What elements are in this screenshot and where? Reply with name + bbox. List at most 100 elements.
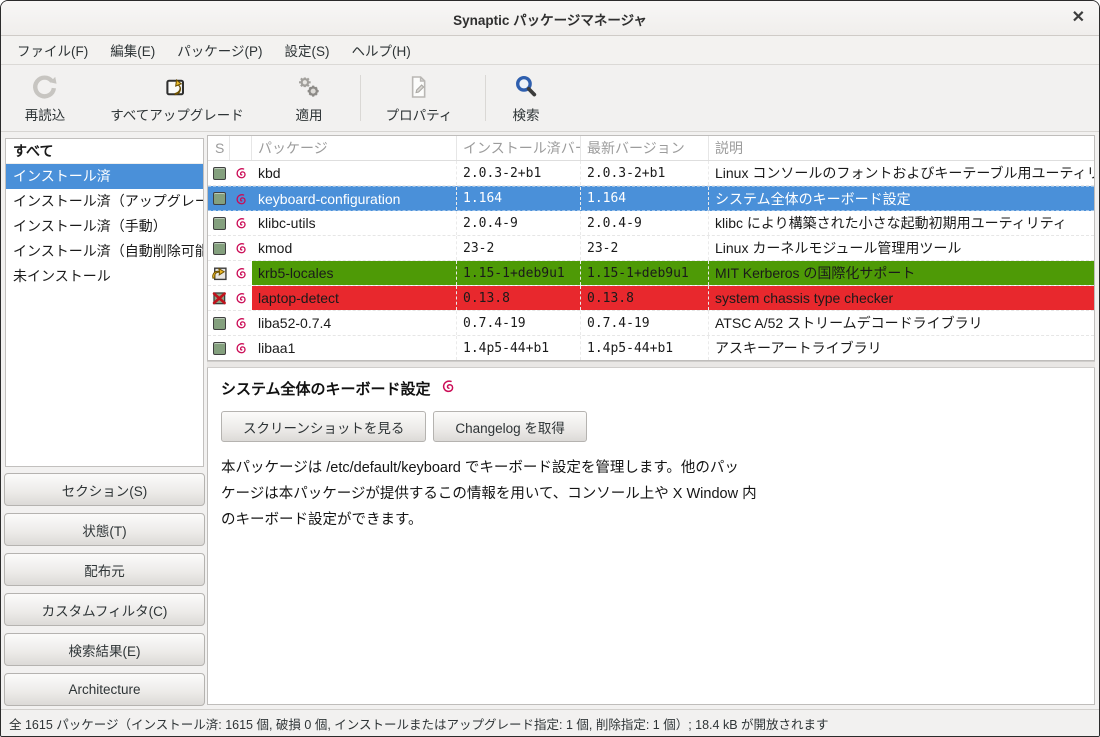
properties-icon xyxy=(406,72,432,102)
latest-version: 1.4p5-44+b1 xyxy=(581,336,709,360)
package-description: ATSC A/52 ストリームデコードライブラリ xyxy=(709,311,1094,335)
column-header-supported[interactable] xyxy=(230,136,252,160)
menu-edit[interactable]: 編集(E) xyxy=(99,35,166,65)
package-name: libaa1 xyxy=(252,336,457,360)
installed-version: 1.164 xyxy=(457,187,581,210)
package-row-marked-upgrade[interactable]: krb5-locales 1.15-1+deb9u1 1.15-1+deb9u1… xyxy=(208,261,1094,286)
close-icon[interactable]: ✕ xyxy=(1072,8,1085,28)
menu-settings[interactable]: 設定(S) xyxy=(273,35,340,65)
package-description: Linux コンソールのフォントおよびキーテーブル用ユーティリティ xyxy=(709,161,1094,185)
latest-version: 2.0.3-2+b1 xyxy=(581,161,709,185)
custom-filters-button[interactable]: カスタムフィルタ(C) xyxy=(4,593,205,626)
debian-icon xyxy=(230,187,252,210)
menu-help[interactable]: ヘルプ(H) xyxy=(340,35,421,65)
upgrade-marked-icon[interactable] xyxy=(208,261,230,285)
column-header-latest-version[interactable]: 最新バージョン xyxy=(581,136,709,160)
search-icon xyxy=(513,72,540,102)
toolbar-separator xyxy=(360,75,361,121)
package-description: MIT Kerberos の国際化サポート xyxy=(709,261,1094,285)
package-description: アスキーアートライブラリ xyxy=(709,336,1094,360)
pane-splitter[interactable] xyxy=(207,361,1095,368)
installed-version: 0.7.4-19 xyxy=(457,311,581,335)
column-header-status[interactable]: S xyxy=(208,136,230,160)
synaptic-window: Synaptic パッケージマネージャ ✕ ファイル(F) 編集(E) パッケー… xyxy=(0,0,1100,737)
package-row[interactable]: klibc-utils 2.0.4-9 2.0.4-9 klibc により構築さ… xyxy=(208,211,1094,236)
latest-version: 2.0.4-9 xyxy=(581,211,709,235)
debian-icon xyxy=(230,261,252,285)
details-pane: システム全体のキーボード設定 スクリーンショットを見る Changelog を取… xyxy=(207,368,1095,705)
debian-icon xyxy=(230,336,252,360)
get-changelog-button[interactable]: Changelog を取得 xyxy=(433,411,587,442)
filter-item-installed[interactable]: インストール済 xyxy=(6,164,203,189)
installed-version: 1.4p5-44+b1 xyxy=(457,336,581,360)
package-table: S パッケージ インストール済バージョン 最新バージョン 説明 kbd 2.0.… xyxy=(207,135,1095,361)
debian-icon xyxy=(230,236,252,260)
sections-button[interactable]: セクション(S) xyxy=(4,473,205,506)
statusbar: 全 1615 パッケージ（インストール済: 1615 個, 破損 0 個, イン… xyxy=(1,709,1099,736)
installed-status-icon[interactable] xyxy=(213,342,226,355)
installed-status-icon[interactable] xyxy=(213,167,226,180)
status-summary: 全 1615 パッケージ（インストール済: 1615 個, 破損 0 個, イン… xyxy=(9,714,829,733)
remove-marked-icon[interactable] xyxy=(208,286,230,310)
package-row[interactable]: kmod 23-2 23-2 Linux カーネルモジュール管理用ツール xyxy=(208,236,1094,261)
package-description: klibc により構築された小さな起動初期用ユーティリティ xyxy=(709,211,1094,235)
package-row[interactable]: kbd 2.0.3-2+b1 2.0.3-2+b1 Linux コンソールのフォ… xyxy=(208,161,1094,186)
filter-item-not-installed[interactable]: 未インストール xyxy=(6,264,203,289)
installed-status-icon[interactable] xyxy=(213,192,226,205)
installed-version: 23-2 xyxy=(457,236,581,260)
latest-version: 0.7.4-19 xyxy=(581,311,709,335)
package-name: keyboard-configuration xyxy=(252,187,457,210)
filter-item-installed-autoremovable[interactable]: インストール済（自動削除可能） xyxy=(6,239,203,264)
installed-status-icon[interactable] xyxy=(213,217,226,230)
package-description: system chassis type checker xyxy=(709,286,1094,310)
column-header-package[interactable]: パッケージ xyxy=(252,136,457,160)
upgrade-all-button[interactable]: すべてアップグレード xyxy=(110,72,244,124)
reload-icon xyxy=(32,72,59,102)
view-screenshot-button[interactable]: スクリーンショットを見る xyxy=(221,411,426,442)
window-title: Synaptic パッケージマネージャ xyxy=(1,9,1099,29)
menu-package[interactable]: パッケージ(P) xyxy=(166,35,273,65)
properties-button[interactable]: プロパティ xyxy=(386,72,453,124)
latest-version: 0.13.8 xyxy=(581,286,709,310)
upgrade-all-icon xyxy=(163,72,190,102)
search-button[interactable]: 検索 xyxy=(513,72,540,124)
titlebar[interactable]: Synaptic パッケージマネージャ ✕ xyxy=(1,1,1099,36)
installed-status-icon[interactable] xyxy=(213,242,226,255)
right-pane: S パッケージ インストール済バージョン 最新バージョン 説明 kbd 2.0.… xyxy=(207,135,1095,705)
package-description: システム全体のキーボード設定 xyxy=(709,187,1094,210)
debian-icon xyxy=(230,211,252,235)
package-row[interactable]: liba52-0.7.4 0.7.4-19 0.7.4-19 ATSC A/52… xyxy=(208,311,1094,336)
installed-version: 2.0.3-2+b1 xyxy=(457,161,581,185)
filter-item-installed-upgradable[interactable]: インストール済（アップグレード可） xyxy=(6,189,203,214)
details-title: システム全体のキーボード設定 xyxy=(221,378,431,399)
table-header: S パッケージ インストール済バージョン 最新バージョン 説明 xyxy=(208,136,1094,161)
package-row-selected[interactable]: keyboard-configuration 1.164 1.164 システム全… xyxy=(208,186,1094,211)
menubar: ファイル(F) 編集(E) パッケージ(P) 設定(S) ヘルプ(H) xyxy=(1,36,1099,65)
package-name: laptop-detect xyxy=(252,286,457,310)
package-row-marked-removal[interactable]: laptop-detect 0.13.8 0.13.8 system chass… xyxy=(208,286,1094,311)
column-header-description[interactable]: 説明 xyxy=(709,136,1094,160)
filter-buttons: セクション(S) 状態(T) 配布元 カスタムフィルタ(C) 検索結果(E) A… xyxy=(4,473,205,713)
main-area: すべて インストール済 インストール済（アップグレード可） インストール済（手動… xyxy=(1,132,1099,709)
package-row[interactable]: libaa1 1.4p5-44+b1 1.4p5-44+b1 アスキーアートライ… xyxy=(208,336,1094,361)
filter-item-installed-manual[interactable]: インストール済（手動） xyxy=(6,214,203,239)
installed-version: 0.13.8 xyxy=(457,286,581,310)
reload-button[interactable]: 再読込 xyxy=(25,72,66,124)
package-description: Linux カーネルモジュール管理用ツール xyxy=(709,236,1094,260)
package-name: kmod xyxy=(252,236,457,260)
status-button[interactable]: 状態(T) xyxy=(4,513,205,546)
package-name: kbd xyxy=(252,161,457,185)
architecture-button[interactable]: Architecture xyxy=(4,673,205,706)
origin-button[interactable]: 配布元 xyxy=(4,553,205,586)
debian-icon xyxy=(230,286,252,310)
column-header-installed-version[interactable]: インストール済バージョン xyxy=(457,136,581,160)
filter-item-all[interactable]: すべて xyxy=(6,139,203,164)
apply-button[interactable]: 適用 xyxy=(296,72,323,124)
left-pane: すべて インストール済 インストール済（アップグレード可） インストール済（手動… xyxy=(1,132,207,709)
toolbar-separator xyxy=(485,75,486,121)
menu-file[interactable]: ファイル(F) xyxy=(6,35,99,65)
debian-icon xyxy=(230,161,252,185)
search-results-button[interactable]: 検索結果(E) xyxy=(4,633,205,666)
package-name: krb5-locales xyxy=(252,261,457,285)
installed-status-icon[interactable] xyxy=(213,317,226,330)
